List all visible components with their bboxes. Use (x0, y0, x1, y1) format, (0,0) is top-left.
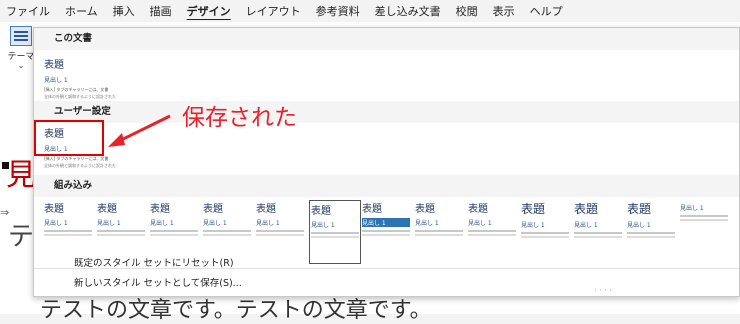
thumb-body-lines (203, 230, 251, 232)
thumb-title: 表題 (415, 204, 435, 215)
save-style-set-button[interactable]: 新しいスタイル セットとして保存(S)... (74, 275, 242, 289)
thumb-heading: 見出し 1 (574, 222, 598, 229)
builtin-style-thumb[interactable]: 表題見出し 1 (627, 200, 675, 260)
thumb-body-lines (574, 232, 622, 234)
thumb-body-lines (256, 234, 304, 236)
section-user-defined: ユーザー設定 (34, 101, 739, 123)
builtin-style-thumb[interactable]: 表題見出し 1 (574, 200, 622, 260)
thumb-title: 表題 (627, 202, 652, 216)
thumb-body-lines (415, 234, 463, 236)
thumb-body-lines (150, 230, 198, 232)
thumb-body: [挿入] タブのギャラリーには、文書 (44, 87, 109, 92)
resize-grip-icon[interactable]: · · · · (594, 286, 612, 295)
thumb-title: 表題 (362, 204, 382, 215)
menu-home[interactable]: ホーム (65, 3, 98, 19)
menu-view[interactable]: 表示 (493, 3, 515, 19)
gallery-footer: 既定のスタイル セットにリセット(R) 新しいスタイル セットとして保存(S).… (34, 258, 739, 297)
thumb-body-2: 全体の外観と調和するように設計された (44, 163, 116, 168)
builtin-style-thumb[interactable]: 表題見出し 1 (203, 200, 251, 260)
section-builtin: 組み込み (34, 175, 739, 197)
thumb-body-lines (627, 232, 675, 234)
thumb-title: 表題 (150, 204, 170, 215)
thumb-title: 表題 (311, 206, 331, 217)
builtin-style-thumb[interactable]: 表題見出し 1 (256, 200, 304, 260)
thumb-body-lines (627, 236, 675, 238)
thumb-heading: 見出し 1 (203, 220, 227, 227)
thumb-heading: 見出し 1 (311, 222, 335, 229)
thumb-body-lines (468, 234, 516, 236)
thumb-title: 表題 (97, 204, 117, 215)
thumb-heading: 見出し 1 (627, 222, 651, 229)
thumb-body-lines (97, 234, 145, 236)
thumb-heading: 見出し 1 (44, 77, 68, 84)
thumb-body: [挿入] タブのギャラリーには、文書 (44, 156, 109, 161)
thumb-heading: 見出し 1 (680, 205, 704, 212)
ribbon-menu-bar: ファイル ホーム 挿入 描画 デザイン レイアウト 参考資料 差し込み文書 校閲… (0, 0, 740, 22)
menu-draw[interactable]: 描画 (150, 3, 172, 19)
thumb-heading: 見出し 1 (415, 220, 439, 227)
thumb-heading: 見出し 1 (256, 220, 280, 227)
menu-file[interactable]: ファイル (6, 3, 50, 19)
document-heading: 見 (6, 158, 36, 193)
menu-insert[interactable]: 挿入 (113, 3, 135, 19)
thumb-title: 表題 (203, 204, 223, 215)
builtin-style-thumb[interactable]: 表題見出し 1 (97, 200, 145, 260)
document-line: テ (8, 222, 35, 252)
menu-design[interactable]: デザイン (187, 3, 231, 19)
thumb-heading: 見出し 1 (150, 220, 174, 227)
thumb-body-lines (680, 219, 728, 221)
menu-review[interactable]: 校閲 (456, 3, 478, 19)
thumb-body-lines (256, 230, 304, 232)
thumb-title: 表題 (521, 202, 546, 216)
reset-style-set-button[interactable]: 既定のスタイル セットにリセット(R) (74, 255, 234, 269)
thumb-heading: 見出し 1 (468, 220, 492, 227)
builtin-style-thumb[interactable]: 表題見出し 1 (44, 200, 92, 260)
thumb-body-lines (521, 236, 569, 238)
callout-text: 保存された (182, 105, 297, 131)
menu-help[interactable]: ヘルプ (530, 3, 563, 19)
thumb-body-lines (44, 230, 92, 232)
builtin-style-thumb[interactable]: 見出し 1 (680, 200, 728, 260)
thumb-body-lines (574, 236, 622, 238)
thumb-body-lines (415, 230, 463, 232)
thumb-title: 表題 (256, 204, 276, 215)
menu-mailings[interactable]: 差し込み文書 (375, 3, 441, 19)
thumb-body-lines (203, 234, 251, 236)
thumb-body-lines (311, 232, 359, 234)
style-set-gallery: この文書 表題 見出し 1 [挿入] タブのギャラリーには、文書 全体の外観と調… (33, 27, 740, 297)
thumb-body-lines (150, 234, 198, 236)
thumb-heading: 見出し 1 (521, 222, 545, 229)
builtin-style-thumb[interactable]: 表題見出し 1 (362, 200, 410, 260)
thumb-heading: 見出し 1 (97, 220, 121, 227)
highlight-box (34, 120, 104, 156)
thumb-body-lines (97, 230, 145, 232)
builtin-style-thumb[interactable]: 表題見出し 1 (150, 200, 198, 260)
thumb-title: 表題 (468, 204, 488, 215)
thumb-title: 表題 (574, 202, 599, 216)
thumb-body-2: 全体の外観と調和するように設計された (44, 94, 116, 99)
thumb-body-lines (521, 232, 569, 234)
thumb-heading: 見出し 1 (44, 220, 68, 227)
builtin-style-thumb[interactable]: 表題見出し 1 (415, 200, 463, 260)
thumb-body-lines (468, 230, 516, 232)
thumb-body-lines (44, 234, 92, 236)
builtin-style-thumb[interactable]: 表題見出し 1 (521, 200, 569, 260)
theme-icon (10, 26, 32, 46)
menu-layout[interactable]: レイアウト (246, 3, 301, 19)
menu-references[interactable]: 参考資料 (316, 3, 360, 19)
builtin-style-thumb[interactable]: 表題見出し 1 (468, 200, 516, 260)
section-this-document: この文書 (34, 28, 739, 50)
thumb-heading: 見出し 1 (362, 218, 410, 227)
thumb-body-lines (680, 215, 728, 217)
thumb-body-lines (311, 236, 359, 238)
thumb-title: 表題 (44, 60, 64, 71)
thumb-title: 表題 (44, 204, 64, 215)
thumb-body-lines (362, 234, 410, 236)
thumb-body-lines (362, 230, 410, 232)
builtin-style-thumb[interactable]: 表題見出し 1 (309, 200, 361, 264)
